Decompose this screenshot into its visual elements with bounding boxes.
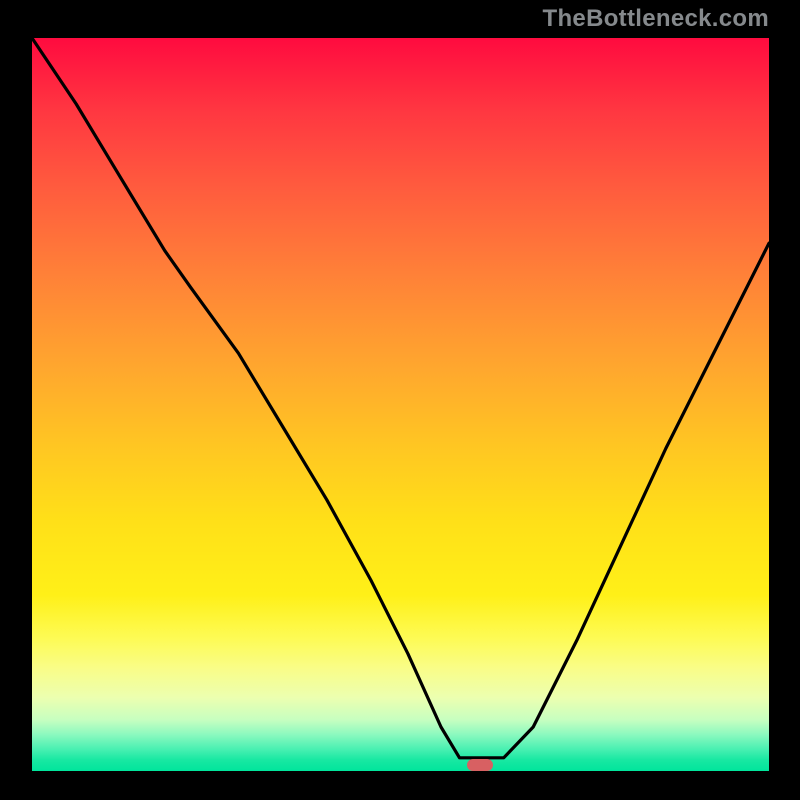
plot-area	[32, 38, 769, 771]
watermark-text: TheBottleneck.com	[0, 5, 769, 33]
bottleneck-curve	[32, 38, 769, 771]
chart-stage: TheBottleneck.com	[0, 0, 800, 800]
optimum-marker	[467, 759, 493, 771]
